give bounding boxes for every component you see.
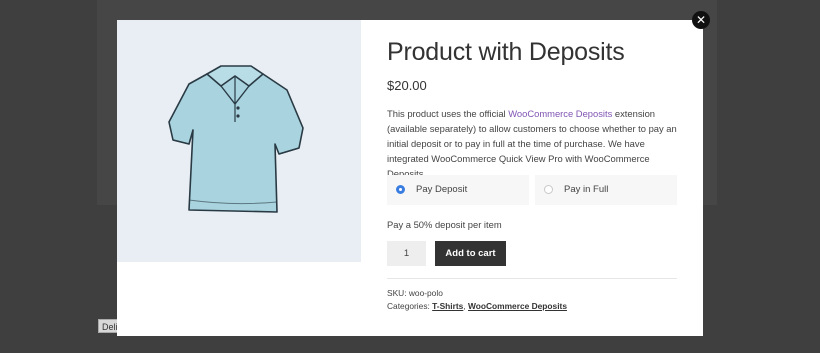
- radio-selected-icon[interactable]: [396, 185, 405, 194]
- categories-line: Categories: T-Shirts, WooCommerce Deposi…: [387, 301, 567, 311]
- sku-value: woo-polo: [408, 288, 443, 298]
- polo-shirt-image: [168, 65, 304, 213]
- description-text: This product uses the official: [387, 108, 509, 119]
- product-description: This product uses the official WooCommer…: [387, 106, 681, 181]
- product-image: [117, 20, 361, 262]
- category-link-woocommerce-deposits[interactable]: WooCommerce Deposits: [468, 301, 567, 311]
- product-title: Product with Deposits: [387, 38, 625, 66]
- pay-in-full-label: Pay in Full: [564, 184, 609, 195]
- close-icon[interactable]: ✕: [692, 11, 710, 29]
- quantity-input[interactable]: 1: [387, 241, 426, 266]
- sku-line: SKU: woo-polo: [387, 288, 443, 298]
- add-to-cart-button[interactable]: Add to cart: [435, 241, 506, 266]
- divider: [387, 278, 677, 279]
- deposit-note: Pay a 50% deposit per item: [387, 219, 502, 230]
- quick-view-modal: Product with Deposits $20.00 This produc…: [117, 20, 703, 336]
- pay-in-full-option[interactable]: Pay in Full: [535, 175, 677, 205]
- pay-deposit-label: Pay Deposit: [416, 184, 468, 195]
- sku-label: SKU:: [387, 288, 409, 298]
- pay-deposit-option[interactable]: Pay Deposit: [387, 175, 529, 205]
- woocommerce-deposits-link[interactable]: WooCommerce Deposits: [508, 108, 612, 119]
- category-link-tshirts[interactable]: T-Shirts: [432, 301, 463, 311]
- product-price: $20.00: [387, 78, 427, 93]
- radio-unselected-icon[interactable]: [544, 185, 553, 194]
- categories-label: Categories:: [387, 301, 433, 311]
